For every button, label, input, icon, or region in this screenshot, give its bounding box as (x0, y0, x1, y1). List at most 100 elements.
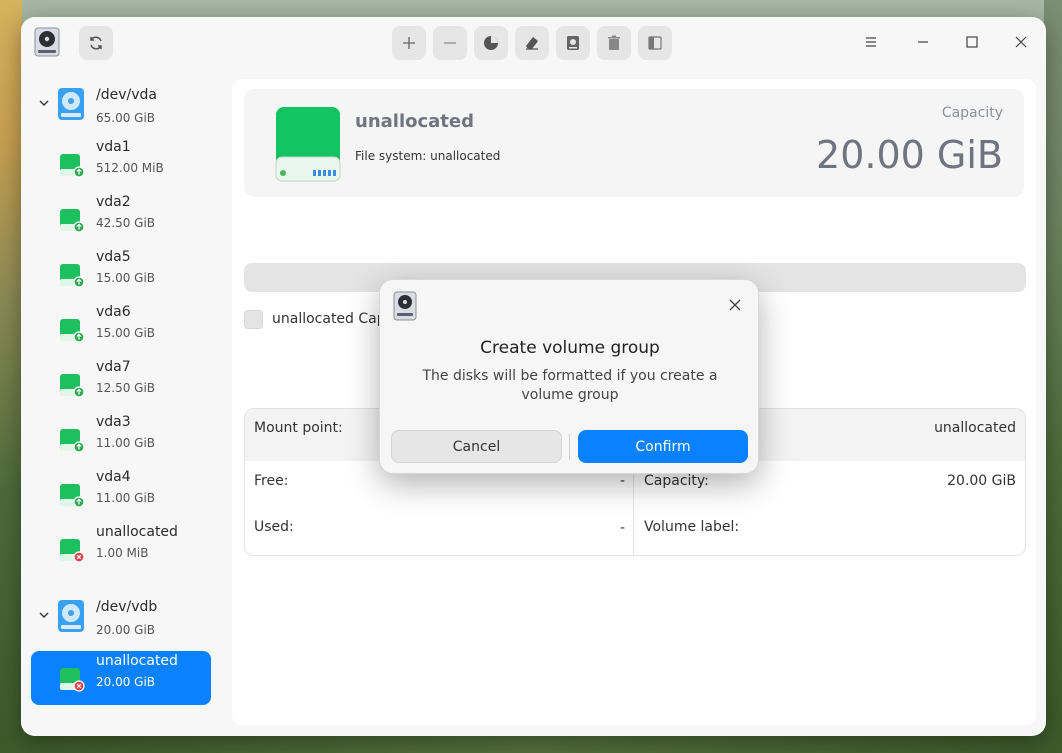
main-menu-button[interactable] (862, 33, 880, 51)
partition-mounted-icon (60, 374, 85, 398)
partition-unallocated-icon (60, 539, 85, 563)
partition-mounted-icon (60, 209, 85, 233)
chevron-down-icon[interactable] (38, 97, 50, 109)
partition-size: 1.00 MiB (96, 546, 149, 560)
maximize-icon (966, 36, 978, 48)
button-separator (569, 434, 570, 460)
partition-name: unallocated (96, 524, 178, 540)
disk-info-icon (567, 36, 579, 50)
split-icon (648, 36, 662, 50)
device-size: 20.00 GiB (96, 623, 156, 637)
partition-item-vda3[interactable]: vda3 11.00 GiB (31, 412, 211, 466)
wipe-button[interactable] (515, 26, 549, 60)
resize-button[interactable] (638, 26, 672, 60)
partition-name: unallocated (96, 653, 178, 669)
partition-mounted-icon (60, 264, 85, 288)
partition-name: vda6 (96, 304, 131, 320)
app-logo-icon (393, 291, 417, 321)
refresh-icon (90, 36, 102, 50)
mount-point-value: unallocated (934, 420, 1016, 436)
free-label: Free: (254, 473, 289, 489)
chevron-down-icon[interactable] (38, 609, 50, 621)
partition-unallocated-icon (60, 668, 85, 692)
hard-disk-icon (58, 600, 84, 632)
minimize-icon (918, 41, 928, 43)
mount-point-label: Mount point: (254, 420, 343, 436)
minus-icon (444, 42, 456, 44)
dialog-close-icon[interactable] (728, 298, 742, 312)
unmount-button[interactable] (597, 26, 631, 60)
partition-name: vda3 (96, 414, 131, 430)
partition-item-vdb-unallocated[interactable]: unallocated 20.00 GiB (31, 651, 211, 705)
volume-label-label: Volume label: (644, 519, 740, 535)
desktop-wallpaper-bottom (0, 735, 1062, 753)
desktop-wallpaper-right (1044, 0, 1062, 753)
minimize-button[interactable] (914, 33, 932, 51)
device-name: /dev/vdb (96, 599, 158, 615)
dialog-title: Create volume group (480, 338, 660, 358)
filesystem-text: File system: unallocated (355, 149, 501, 163)
close-icon (1015, 36, 1027, 48)
partition-name: vda1 (96, 139, 131, 155)
partition-size: 12.50 GiB (96, 381, 156, 395)
title-bar (21, 17, 1046, 67)
used-label: Used: (254, 519, 294, 535)
partition-size: 15.00 GiB (96, 271, 156, 285)
partition-disk-icon (275, 107, 341, 182)
device-size: 65.00 GiB (96, 111, 156, 125)
partition-mounted-icon (60, 319, 85, 343)
partition-mounted-icon (60, 154, 85, 178)
desktop-wallpaper-left (0, 0, 22, 753)
hard-disk-icon (58, 88, 84, 120)
add-partition-button[interactable] (392, 26, 426, 60)
partition-item-vda1[interactable]: vda1 512.00 MiB (31, 137, 211, 191)
partition-button[interactable] (474, 26, 508, 60)
partition-size: 20.00 GiB (96, 675, 156, 689)
free-value: - (620, 473, 626, 489)
partition-mounted-icon (60, 429, 85, 453)
partition-item-vda-unallocated[interactable]: unallocated 1.00 MiB (31, 522, 211, 576)
device-item-vdb[interactable]: /dev/vdb 20.00 GiB (21, 597, 221, 647)
delete-partition-button[interactable] (433, 26, 467, 60)
device-name: /dev/vda (96, 87, 157, 103)
partition-size: 11.00 GiB (96, 436, 156, 450)
device-sidebar: /dev/vda 65.00 GiB vda1 512.00 MiB vda2 … (21, 67, 221, 736)
device-item-vda[interactable]: /dev/vda 65.00 GiB (21, 85, 221, 135)
pie-chart-icon (484, 36, 498, 50)
refresh-button[interactable] (79, 26, 113, 60)
partition-item-vda5[interactable]: vda5 15.00 GiB (31, 247, 211, 301)
partition-mounted-icon (60, 484, 85, 508)
partition-info-card: unallocated File system: unallocated Cap… (244, 89, 1024, 197)
partition-name: vda5 (96, 249, 131, 265)
legend-swatch (244, 310, 263, 329)
partition-size: 42.50 GiB (96, 216, 156, 230)
partition-name: vda4 (96, 469, 131, 485)
partition-size: 11.00 GiB (96, 491, 156, 505)
mount-button[interactable] (556, 26, 590, 60)
partition-name: vda2 (96, 194, 131, 210)
plus-icon (403, 37, 415, 49)
capacity-value: 20.00 GiB (816, 133, 1003, 177)
maximize-button[interactable] (963, 33, 981, 51)
app-logo-icon (34, 27, 60, 57)
cancel-button[interactable]: Cancel (391, 430, 562, 463)
eraser-icon (526, 37, 538, 50)
partition-item-vda2[interactable]: vda2 42.50 GiB (31, 192, 211, 246)
menu-icon (866, 37, 876, 47)
partition-item-vda7[interactable]: vda7 12.50 GiB (31, 357, 211, 411)
partition-item-vda6[interactable]: vda6 15.00 GiB (31, 302, 211, 356)
capacity-prop-label: Capacity: (644, 473, 709, 489)
partition-size: 15.00 GiB (96, 326, 156, 340)
partition-item-vda4[interactable]: vda4 11.00 GiB (31, 467, 211, 521)
partition-title: unallocated (355, 111, 474, 132)
create-volume-group-dialog: Create volume group The disks will be fo… (379, 279, 759, 474)
close-button[interactable] (1012, 33, 1030, 51)
confirm-button[interactable]: Confirm (578, 430, 748, 463)
capacity-prop-value: 20.00 GiB (947, 473, 1016, 489)
used-value: - (620, 520, 626, 536)
dialog-message: The disks will be formatted if you creat… (422, 368, 718, 403)
partition-size: 512.00 MiB (96, 161, 164, 175)
capacity-label: Capacity (941, 105, 1003, 121)
partition-name: vda7 (96, 359, 131, 375)
delete-icon (608, 35, 620, 50)
